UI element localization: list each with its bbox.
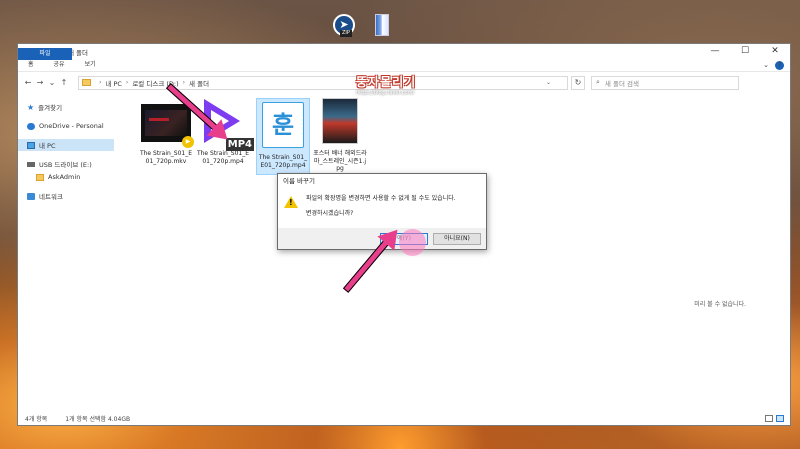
- chevron-right-icon: ›: [125, 79, 129, 86]
- file-name: The Strain_S01_E01_720p.mkv: [139, 150, 193, 165]
- close-button[interactable]: ✕: [760, 44, 790, 59]
- search-placeholder: 새 폴더 검색: [604, 79, 639, 88]
- sidebar-item-label: AskAdmin: [48, 173, 81, 181]
- sidebar-item-askadmin[interactable]: AskAdmin: [18, 171, 114, 183]
- no-button[interactable]: 아니요(N): [433, 232, 481, 245]
- warning-icon: !: [284, 196, 298, 208]
- network-icon: [27, 192, 35, 200]
- play-icon: ▶: [182, 136, 194, 148]
- dialog-title: 이름 바꾸기: [283, 177, 315, 185]
- watermark: 뚱자몰리기 https://blog.naver.com/: [356, 73, 456, 101]
- status-bar: 4개 항목 1개 항목 선택함 4.04GB: [18, 411, 790, 425]
- file-item-selected[interactable]: 훈 The Strain_S01_E01_720p.mp4: [256, 98, 310, 175]
- document-desktop-icon[interactable]: [369, 14, 395, 42]
- watermark-logo: 뚱자몰리기: [356, 75, 417, 89]
- preview-empty-text: 미리 볼 수 없습니다.: [694, 301, 746, 308]
- sidebar-item-onedrive[interactable]: OneDrive - Personal: [18, 120, 114, 132]
- hoon-player-icon: 훈: [258, 102, 308, 152]
- minimize-button[interactable]: —: [700, 44, 730, 59]
- forward-button[interactable]: →: [34, 78, 46, 87]
- cloud-icon: [27, 122, 35, 130]
- file-name: The Strain_S01_E01_720p.mp4: [258, 154, 308, 169]
- navigation-pane: ★ 즐겨찾기 OneDrive - Personal 내 PC USB 드라이브…: [18, 94, 115, 411]
- zip-desktop-icon[interactable]: ➤ ZIP: [331, 14, 357, 42]
- up-button[interactable]: ↑: [58, 78, 70, 87]
- breadcrumb-pc[interactable]: 내 PC: [105, 78, 122, 88]
- sidebar-item-usb[interactable]: USB 드라이브 (E:): [18, 158, 114, 170]
- file-name: 포스터 배너 해외드라마_스트레인_시즌1.jpg: [313, 150, 367, 172]
- sidebar-item-label: USB 드라이브 (E:): [39, 161, 92, 169]
- title-bar: ✓ 새 폴더 — ☐ ✕: [18, 44, 790, 59]
- refresh-button[interactable]: ↻: [571, 75, 585, 90]
- tab-file[interactable]: 파일: [18, 48, 72, 60]
- selection-info: 1개 항목 선택함 4.04GB: [65, 415, 131, 423]
- tab-share[interactable]: 공유: [44, 59, 75, 71]
- star-icon: ★: [27, 102, 35, 112]
- maximize-button[interactable]: ☐: [730, 44, 760, 59]
- dialog-message: 파일의 확장명을 변경하면 사용할 수 없게 될 수도 있습니다.: [306, 195, 456, 202]
- usb-icon: [27, 161, 35, 167]
- large-icons-view-icon[interactable]: [776, 414, 784, 422]
- folder-icon: [36, 173, 44, 181]
- sidebar-item-label: 네트워크: [39, 193, 63, 201]
- expand-ribbon-icon[interactable]: ⌄: [763, 61, 769, 70]
- document-icon: [375, 14, 389, 36]
- address-bar[interactable]: › 내 PC › 로컬 디스크 (D:) › 새 폴더 ⌄: [78, 75, 568, 90]
- sidebar-item-favorites[interactable]: ★ 즐겨찾기: [18, 101, 114, 113]
- tab-home[interactable]: 홈: [18, 59, 44, 71]
- watermark-url: https://blog.naver.com/: [356, 90, 415, 96]
- sidebar-item-network[interactable]: 네트워크: [18, 190, 114, 202]
- click-highlight: [399, 229, 426, 256]
- sidebar-item-label: 내 PC: [39, 142, 56, 150]
- pc-icon: [27, 141, 35, 149]
- file-item[interactable]: 포스터 배너 해외드라마_스트레인_시즌1.jpg: [313, 98, 367, 173]
- search-input[interactable]: ⌕ 새 폴더 검색: [591, 75, 739, 90]
- chevron-right-icon: ›: [182, 79, 186, 86]
- ribbon-tabs: 파일 홈 공유 보기 ⌄ ?: [18, 48, 790, 71]
- zip-icon: ➤ ZIP: [333, 14, 355, 37]
- image-thumbnail: [315, 98, 365, 148]
- search-icon: ⌕: [596, 78, 600, 86]
- recent-locations-button[interactable]: ⌄: [46, 78, 58, 87]
- item-count: 4개 항목: [25, 415, 48, 423]
- file-name: The Strain_S01_E01_720p.mp4: [196, 150, 250, 165]
- help-icon[interactable]: ?: [775, 60, 784, 70]
- tab-view[interactable]: 보기: [75, 59, 106, 71]
- back-button[interactable]: ←: [22, 78, 34, 87]
- dialog-question: 변경하시겠습니까?: [306, 210, 354, 217]
- sidebar-item-this-pc[interactable]: 내 PC: [18, 139, 114, 151]
- sidebar-item-label: OneDrive - Personal: [39, 122, 104, 130]
- details-view-icon[interactable]: [765, 414, 773, 422]
- chevron-down-icon[interactable]: ⌄: [546, 79, 551, 86]
- folder-icon: [82, 79, 91, 86]
- chevron-right-icon: ›: [99, 79, 102, 86]
- breadcrumb-folder[interactable]: 새 폴더: [189, 78, 209, 88]
- sidebar-item-label: 즐겨찾기: [38, 104, 63, 112]
